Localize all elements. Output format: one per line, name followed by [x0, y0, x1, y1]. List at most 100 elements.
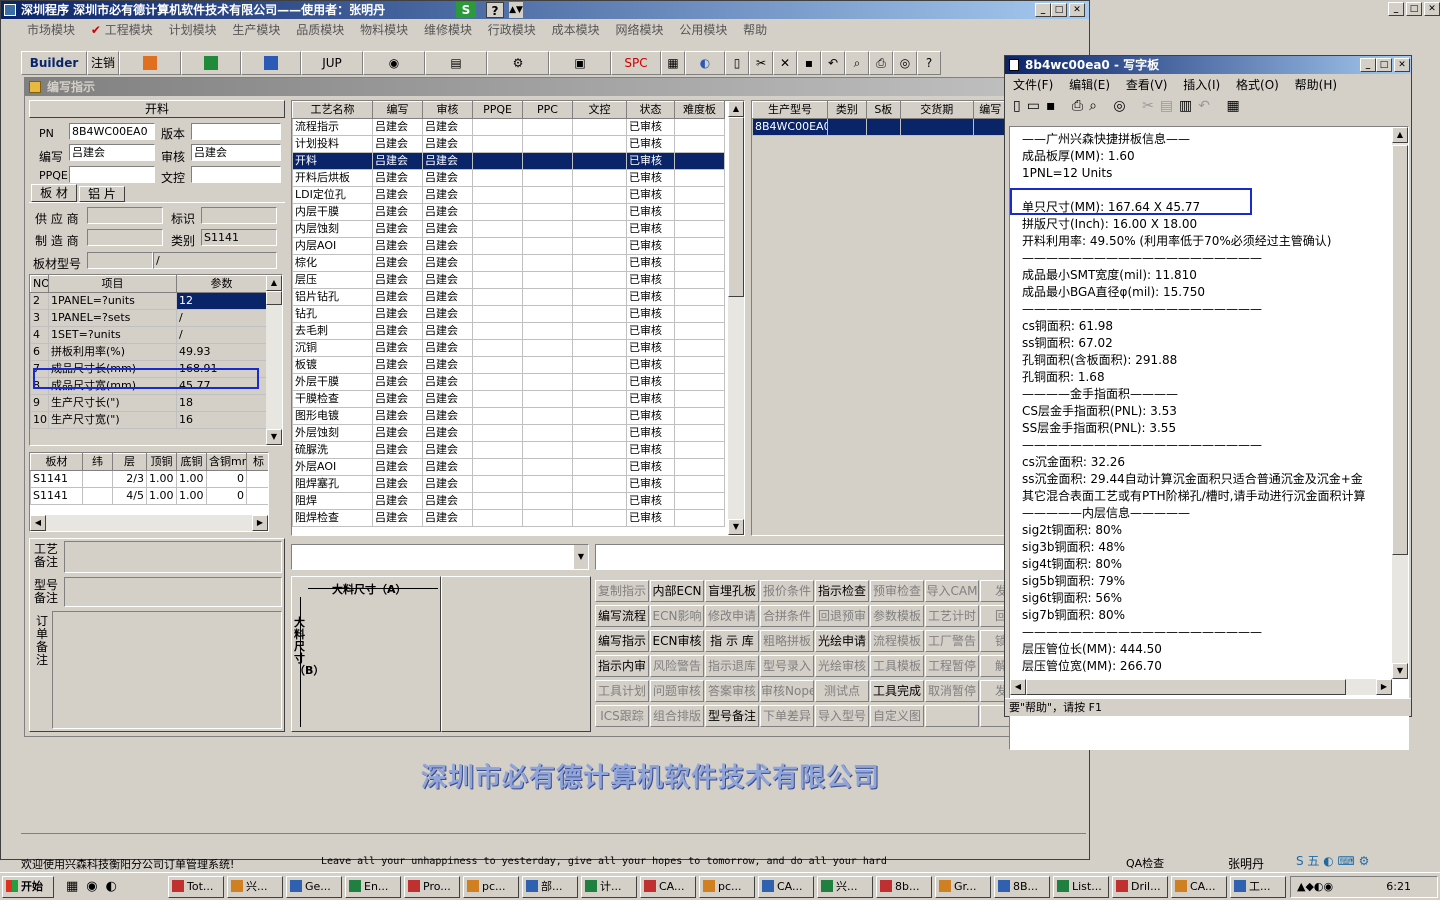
scroll-thumb[interactable] — [1392, 145, 1408, 555]
wp-menu-file[interactable]: 文件(F) — [1007, 76, 1059, 94]
action-button-2-6[interactable]: 工厂警告 — [925, 630, 979, 652]
logout-button[interactable]: 注销 — [87, 51, 119, 75]
printer-icon[interactable]: ▣ — [549, 51, 611, 75]
process-row[interactable]: 内层干膜 吕建会 吕建会 已审核 — [292, 203, 725, 221]
process-row[interactable]: 开料 吕建会 吕建会 已审核 — [292, 152, 725, 170]
network-icon[interactable]: ⚙ — [487, 51, 549, 75]
action-button-3-1[interactable]: 风险警告 — [650, 655, 704, 677]
action-button-2-1[interactable]: ECN审核 — [650, 630, 704, 652]
process-row[interactable]: 铝片钻孔 吕建会 吕建会 已审核 — [292, 288, 725, 306]
cut-icon[interactable]: ✂ — [749, 51, 773, 75]
ime-bar[interactable]: S 五 ◐ ⌨ ⚙ — [1296, 852, 1440, 870]
prod-row[interactable]: 8B4WC00EA0 — [752, 118, 1036, 136]
dropdown-arrow-icon[interactable]: ▲▼ — [509, 2, 523, 18]
jup-button[interactable]: JUP — [301, 51, 363, 75]
start-button[interactable]: 开始 — [2, 876, 54, 898]
action-button-0-1[interactable]: 内部ECN — [650, 580, 704, 602]
action-button-5-6[interactable] — [925, 705, 979, 727]
scroll-left-icon[interactable]: ◀ — [1010, 679, 1026, 695]
cabinet-icon[interactable]: ▤ — [425, 51, 487, 75]
action-button-2-2[interactable]: 指 示 库 — [705, 630, 759, 652]
datetime-icon[interactable]: ▦ — [1226, 98, 1245, 114]
maximize-button[interactable]: □ — [1051, 3, 1067, 17]
taskbar-item[interactable]: 计... — [581, 876, 637, 898]
process-row[interactable]: 板镀 吕建会 吕建会 已审核 — [292, 356, 725, 374]
model-field[interactable] — [87, 252, 153, 269]
wordpad-maximize-button[interactable]: □ — [1376, 58, 1392, 72]
param-value[interactable]: 49.93 — [176, 343, 267, 361]
menu-network[interactable]: 公用模块 — [673, 21, 733, 39]
taskbar-item[interactable]: En... — [345, 876, 401, 898]
wordpad-document[interactable]: ——广州兴森快捷拼板信息—— 成品板厚(MM): 1.60 1PNL=12 Unit… — [1009, 126, 1409, 750]
bg-minimize-button[interactable]: _ — [1388, 2, 1404, 16]
params-row[interactable]: 10 生产尺寸宽(") 16 — [30, 411, 267, 429]
params-scrollbar[interactable]: ▲ ▼ — [266, 275, 282, 445]
process-row[interactable]: 外层蚀刻 吕建会 吕建会 已审核 — [292, 424, 725, 442]
model-remark-field[interactable] — [64, 577, 282, 607]
minimize-button[interactable]: _ — [1035, 3, 1051, 17]
action-button-0-0[interactable]: 复制指示 — [595, 580, 649, 602]
param-value[interactable]: / — [176, 326, 267, 344]
ppqe-field[interactable] — [69, 166, 155, 183]
param-value[interactable]: 12 — [176, 292, 267, 310]
print-icon[interactable]: ⎙ — [869, 51, 893, 75]
tab-aluminum[interactable]: 铝 片 — [79, 186, 125, 202]
reviewer-field[interactable]: 吕建会 — [191, 144, 281, 161]
param-value[interactable]: / — [176, 309, 267, 327]
action-button-2-4[interactable]: 光绘申请 — [815, 630, 869, 652]
menu-process[interactable]: 计划模块 — [163, 21, 223, 39]
spc-button[interactable]: SPC — [611, 51, 661, 75]
preview-icon[interactable]: ⌕ — [845, 51, 869, 75]
params-row[interactable]: 6 拼板利用率(%) 49.93 — [30, 343, 267, 361]
param-value[interactable]: 18 — [176, 394, 267, 412]
materials-row[interactable]: S1141 4/5 1.00 1.00 0 — [30, 487, 268, 505]
action-button-0-3[interactable]: 报价条件 — [760, 580, 814, 602]
preview-icon[interactable]: ⌕ — [1089, 98, 1103, 114]
scroll-thumb[interactable] — [1026, 679, 1346, 695]
params-row[interactable]: 2 1PANEL=?units 12 — [30, 292, 267, 310]
right-combo[interactable] — [595, 544, 1035, 570]
scroll-up-icon[interactable]: ▲ — [728, 101, 744, 117]
action-button-5-0[interactable]: ICS跟踪 — [595, 705, 649, 727]
process-row[interactable]: 外层AOI 吕建会 吕建会 已审核 — [292, 458, 725, 476]
wp-menu-edit[interactable]: 编辑(E) — [1063, 76, 1116, 94]
process-row[interactable]: 棕化 吕建会 吕建会 已审核 — [292, 254, 725, 272]
copy-icon[interactable]: ▤ — [1160, 98, 1179, 114]
action-button-1-3[interactable]: 合拼条件 — [760, 605, 814, 627]
bg-restore-button[interactable]: □ — [1406, 2, 1422, 16]
menu-admin[interactable]: 成本模块 — [546, 21, 606, 39]
action-button-3-3[interactable]: 型号录入 — [760, 655, 814, 677]
menu-plan[interactable]: 生产模块 — [226, 21, 286, 39]
action-button-4-2[interactable]: 答案审核 — [705, 680, 759, 702]
globe-icon[interactable]: ◐ — [685, 51, 725, 75]
params-row[interactable]: 9 生产尺寸长(") 18 — [30, 394, 267, 412]
process-combo[interactable]: ▼ — [291, 544, 589, 570]
menu-market[interactable]: 市场模块 — [21, 21, 81, 39]
scroll-right-icon[interactable]: ▶ — [252, 515, 268, 531]
print-icon[interactable]: ⎙ — [1072, 98, 1089, 114]
process-row[interactable]: 内层蚀刻 吕建会 吕建会 已审核 — [292, 220, 725, 238]
cut-icon[interactable]: ✂ — [1142, 98, 1160, 114]
action-button-2-5[interactable]: 流程模板 — [870, 630, 924, 652]
action-button-0-2[interactable]: 盲埋孔板 — [705, 580, 759, 602]
taskbar-item[interactable]: 8b... — [876, 876, 932, 898]
excel-icon[interactable] — [181, 51, 241, 75]
taskbar-item[interactable]: Tot... — [168, 876, 224, 898]
process-remark-field[interactable] — [64, 541, 282, 573]
category-field[interactable]: S1141 — [201, 229, 277, 246]
taskbar-item[interactable]: pc... — [699, 876, 755, 898]
wordpad-hscrollbar[interactable]: ◀ ▶ — [1010, 679, 1392, 695]
process-row[interactable]: 内层AOI 吕建会 吕建会 已审核 — [292, 237, 725, 255]
word-icon[interactable] — [241, 51, 301, 75]
save-icon[interactable]: ▪ — [1046, 98, 1062, 114]
action-button-1-6[interactable]: 工艺计时 — [925, 605, 979, 627]
undo-icon[interactable]: ↶ — [821, 51, 845, 75]
action-button-3-5[interactable]: 工具模板 — [870, 655, 924, 677]
paste-icon[interactable]: ▥ — [1179, 98, 1198, 114]
taskbar-item[interactable]: 兴... — [817, 876, 873, 898]
process-row[interactable]: 钻孔 吕建会 吕建会 已审核 — [292, 305, 725, 323]
action-button-5-1[interactable]: 组合排版 — [650, 705, 704, 727]
eye-icon[interactable]: ◉ — [363, 51, 425, 75]
process-row[interactable]: 开料后烘板 吕建会 吕建会 已审核 — [292, 169, 725, 187]
action-button-4-3[interactable]: 审核Nope — [760, 680, 814, 702]
